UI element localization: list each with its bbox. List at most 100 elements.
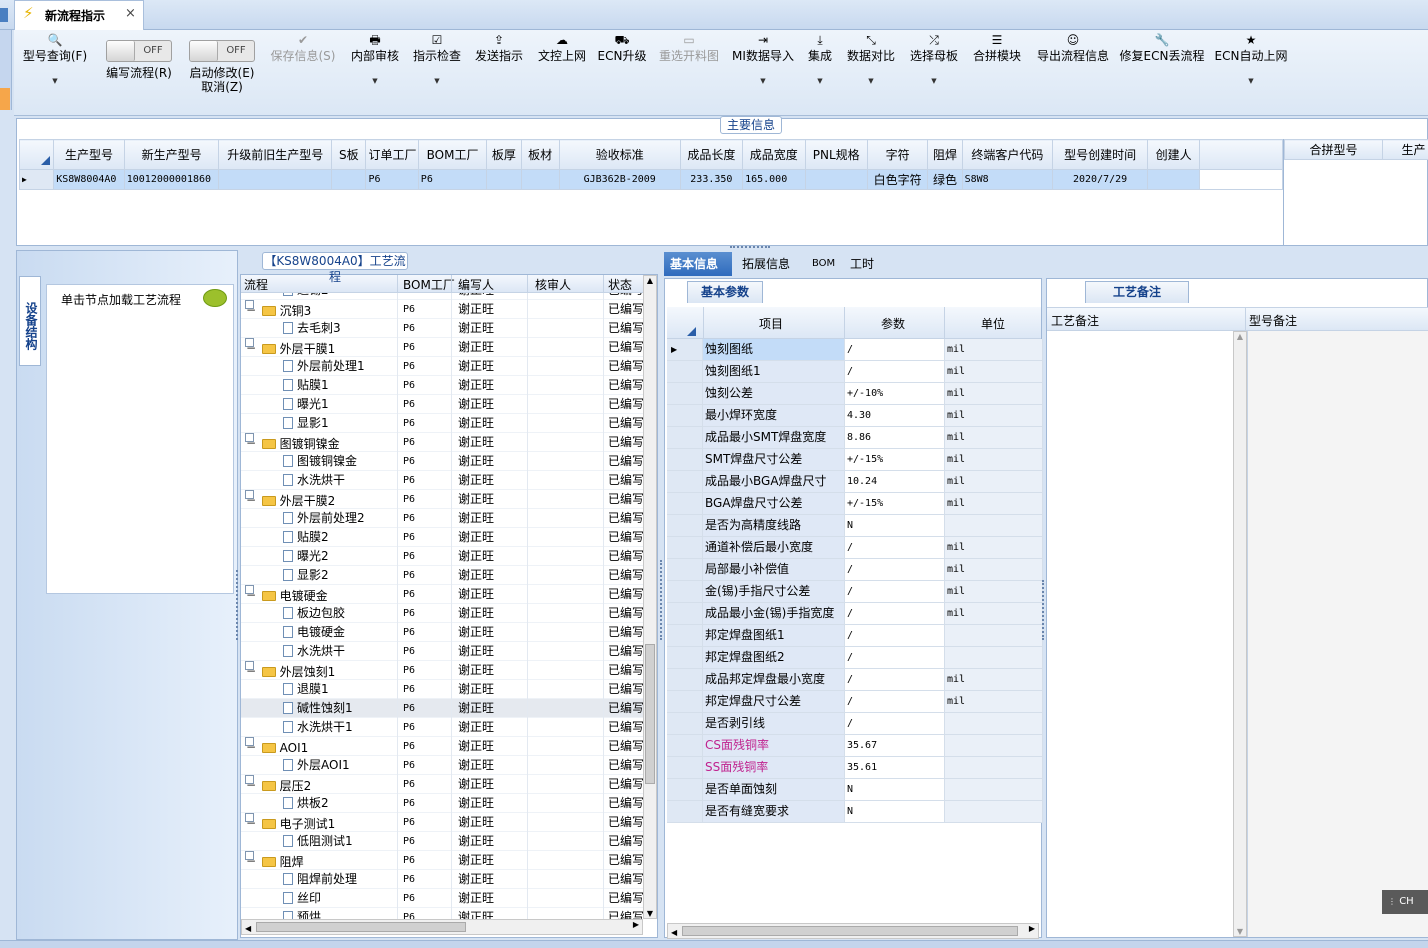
col-header[interactable]: 订单工厂 [365, 139, 419, 170]
tree-node[interactable]: 曝光1 [283, 395, 329, 414]
hscroll-thumb[interactable] [256, 922, 466, 932]
integrate-button[interactable]: ⤓ 集成 ▼ [802, 30, 838, 116]
param-value[interactable]: / [845, 647, 945, 669]
tab-new-flow[interactable]: ⚡ 新流程指示 × [14, 0, 144, 31]
collapse-icon[interactable]: − [245, 813, 256, 830]
tree-node[interactable]: 贴膜1 [283, 376, 329, 395]
tree-row[interactable]: 低阻测试1 P6 谢正旺 已编写 [241, 832, 643, 851]
scroll-up-icon[interactable]: ▲ [644, 276, 656, 285]
row-indicator[interactable] [667, 427, 703, 449]
mi-import-button[interactable]: ⇥ MI数据导入 ▼ [728, 30, 798, 116]
param-value[interactable]: 35.61 [845, 757, 945, 779]
param-value[interactable]: / [845, 603, 945, 625]
table-cell[interactable] [1146, 169, 1201, 190]
collapse-icon[interactable]: − [245, 490, 256, 507]
tree-node[interactable]: − 层压2 [245, 775, 311, 796]
table-row[interactable]: ▶ KS8W8004A0 10012000001860 P6 P6 GJB362… [18, 169, 1283, 190]
tree-node[interactable]: 退膜1 [283, 680, 329, 699]
internal-review-button[interactable]: 🖶 内部审核 ▼ [346, 30, 404, 116]
col-header[interactable]: 字符 [866, 139, 929, 170]
model-notes-area[interactable] [1247, 331, 1428, 937]
param-value[interactable]: / [845, 691, 945, 713]
param-value[interactable]: / [845, 581, 945, 603]
col-header[interactable]: PNL规格 [804, 139, 868, 170]
row-indicator[interactable] [667, 603, 703, 625]
col-header[interactable]: 参数 [881, 315, 905, 332]
param-row[interactable]: SS面残铜率 35.61 [667, 757, 1043, 779]
param-value[interactable]: 4.30 [845, 405, 945, 427]
row-indicator[interactable] [667, 361, 703, 383]
tree-node[interactable]: 贴膜2 [283, 528, 329, 547]
tree-row[interactable]: 水洗烘干 P6 谢正旺 已编写 [241, 471, 643, 490]
param-row[interactable]: 最小焊环宽度 4.30 mil [667, 405, 1043, 427]
param-value[interactable]: 10.24 [845, 471, 945, 493]
col-header[interactable]: 状态 [608, 276, 632, 293]
collapse-icon[interactable]: − [245, 661, 256, 678]
col-header[interactable]: 阻焊 [927, 139, 963, 170]
row-indicator[interactable] [667, 735, 703, 757]
tree-node[interactable]: 水洗烘干1 [283, 718, 353, 737]
param-value[interactable]: / [845, 537, 945, 559]
col-header[interactable]: 终端客户代码 [961, 139, 1054, 170]
tree-node[interactable]: 水洗烘干 [283, 471, 345, 490]
col-header[interactable]: BOM工厂 [417, 139, 488, 170]
tab-close-icon[interactable]: × [125, 6, 136, 21]
collapse-icon[interactable]: − [245, 338, 256, 355]
param-value[interactable]: +/-15% [845, 493, 945, 515]
tree-row[interactable]: − 电镀硬金 P6 谢正旺 已编写 [241, 585, 643, 604]
col-header[interactable]: 成品长度 [679, 139, 744, 170]
tree-node[interactable]: 水洗烘干 [283, 642, 345, 661]
tree-row[interactable]: − AOI1 P6 谢正旺 已编写 [241, 737, 643, 756]
table-cell[interactable]: 绿色 [927, 169, 963, 190]
corner-header[interactable] [687, 327, 696, 336]
tree-node[interactable]: 低阻测试1 [283, 832, 353, 851]
scroll-down-icon[interactable]: ▼ [1234, 927, 1246, 936]
scroll-left-icon[interactable]: ◀ [245, 924, 251, 933]
merge-module-button[interactable]: ☰ 合拼模块 [970, 30, 1024, 116]
table-cell[interactable]: P6 [417, 169, 488, 190]
tree-row[interactable]: 图镀铜镍金 P6 谢正旺 已编写 [241, 452, 643, 471]
tab-work-hours[interactable]: 工时 [844, 252, 880, 276]
param-value[interactable]: / [845, 713, 945, 735]
tree-row[interactable]: 外层前处理1 P6 谢正旺 已编写 [241, 357, 643, 376]
col-header[interactable]: 升级前旧生产型号 [218, 139, 333, 170]
row-indicator[interactable]: ▶ [667, 339, 703, 361]
tree-row[interactable]: 电镀硬金 P6 谢正旺 已编写 [241, 623, 643, 642]
col-header[interactable]: BOM工厂 [403, 276, 455, 293]
tree-row[interactable]: 曝光1 P6 谢正旺 已编写 [241, 395, 643, 414]
tree-node[interactable]: − 图镀铜镍金 [245, 433, 340, 454]
ecn-auto-online-button[interactable]: ★ ECN自动上网 ▼ [1212, 30, 1290, 116]
scroll-right-icon[interactable]: ▶ [1029, 924, 1035, 933]
tree-row[interactable]: 显影1 P6 谢正旺 已编写 [241, 414, 643, 433]
tree-row[interactable]: 退膜1 P6 谢正旺 已编写 [241, 680, 643, 699]
col-header[interactable]: 新生产型号 [123, 139, 220, 170]
col-header[interactable]: 生产 [1382, 139, 1428, 160]
param-row[interactable]: 成品最小SMT焊盘宽度 8.86 mil [667, 427, 1043, 449]
table-cell[interactable]: 165.000 [742, 169, 806, 190]
param-value[interactable]: / [845, 669, 945, 691]
table-cell[interactable]: S8W8 [961, 169, 1054, 190]
param-value[interactable]: N [845, 779, 945, 801]
row-indicator[interactable] [667, 405, 703, 427]
tree-row[interactable]: − 图镀铜镍金 P6 谢正旺 已编写 [241, 433, 643, 452]
doc-control-online-button[interactable]: ☁ 文控上网 [532, 30, 592, 116]
tree-node[interactable]: 烘板2 [283, 794, 329, 813]
col-header[interactable]: 工艺备注 [1051, 312, 1099, 329]
row-indicator[interactable] [667, 515, 703, 537]
tree-row[interactable]: 外层AOI1 P6 谢正旺 已编写 [241, 756, 643, 775]
row-indicator[interactable] [667, 471, 703, 493]
col-header[interactable]: 成品宽度 [742, 139, 806, 170]
start-modify-toggle[interactable]: OFF 启动修改(E) 取消(Z) [182, 30, 262, 116]
tree-node[interactable]: 预烘 [283, 908, 321, 919]
table-cell[interactable] [486, 169, 522, 190]
param-value[interactable]: / [845, 361, 945, 383]
param-row[interactable]: 是否剥引线 / [667, 713, 1043, 735]
collapse-icon[interactable]: − [245, 737, 256, 754]
equipment-structure-tab[interactable]: 设备结构 [19, 276, 41, 366]
param-row[interactable]: ▶ 蚀刻图纸 / mil [667, 339, 1043, 361]
data-compare-button[interactable]: ⤡ 数据对比 ▼ [844, 30, 898, 116]
export-flow-info-button[interactable]: ☺ 导出流程信息 [1032, 30, 1114, 116]
table-cell[interactable] [520, 169, 560, 190]
tree-row[interactable]: 阻焊前处理 P6 谢正旺 已编写 [241, 870, 643, 889]
table-cell[interactable]: GJB362B-2009 [558, 169, 681, 190]
